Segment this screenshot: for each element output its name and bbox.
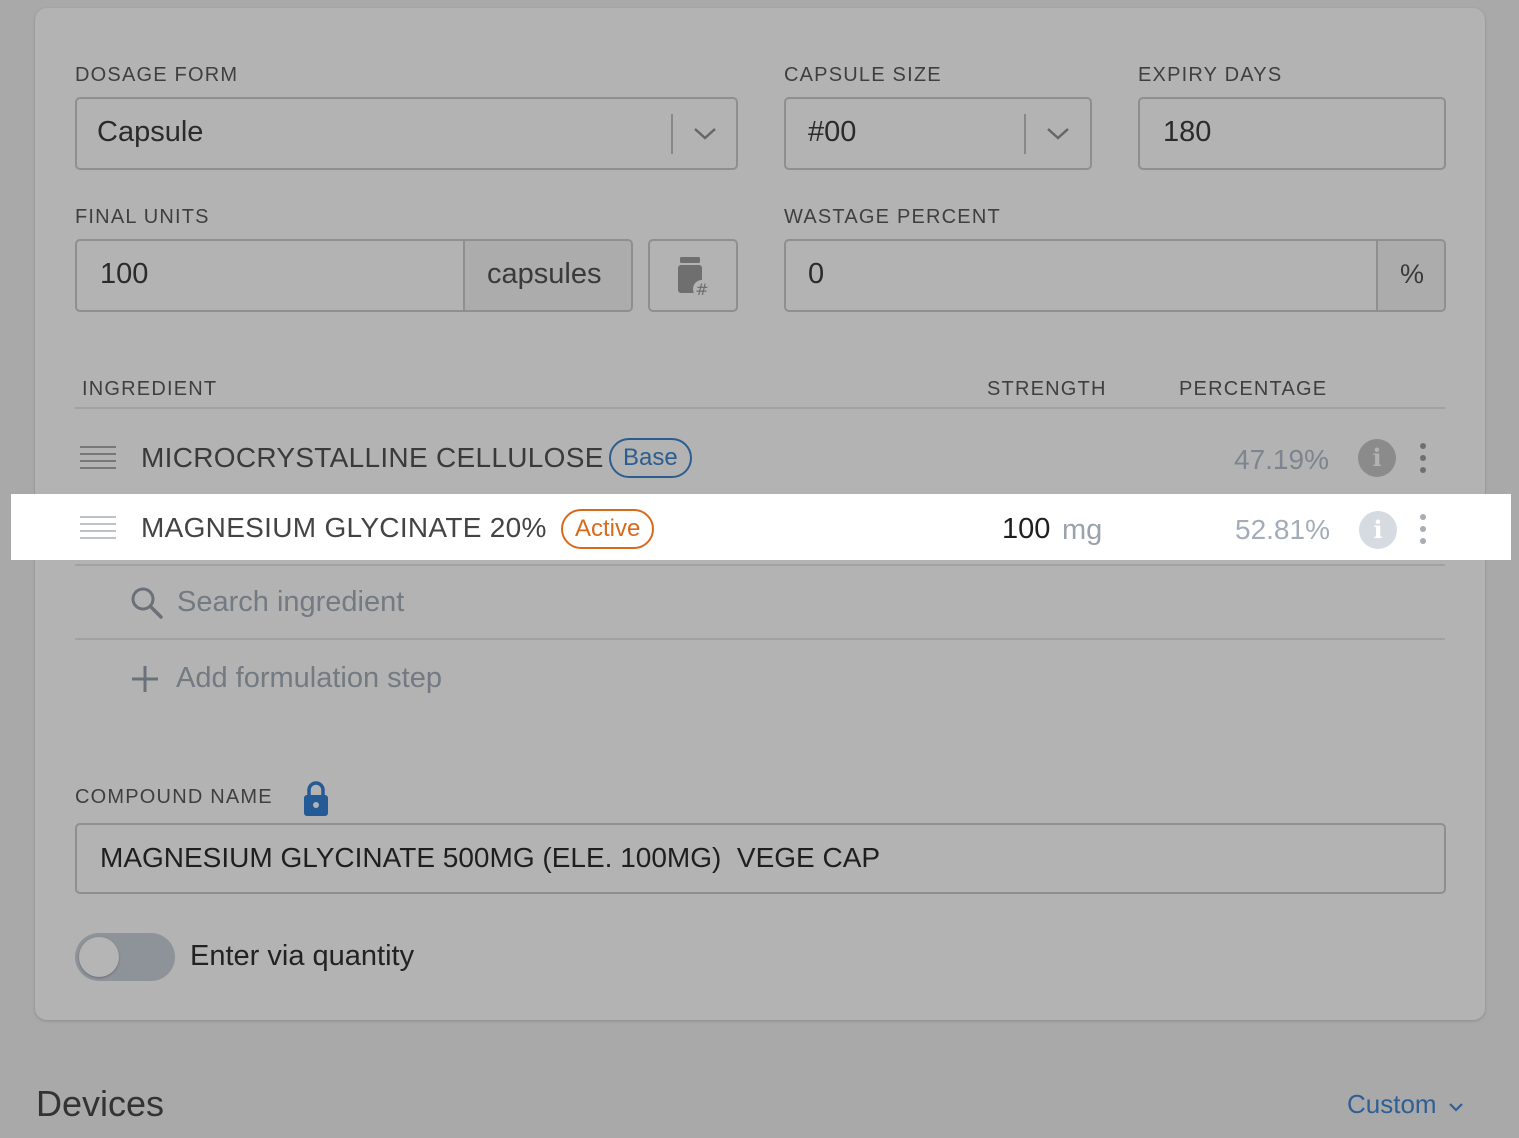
expiry-days-label: EXPIRY DAYS bbox=[1138, 64, 1283, 86]
bottle-hash-icon: # bbox=[678, 257, 711, 299]
strength-value[interactable]: 100 bbox=[1002, 513, 1050, 546]
header-divider bbox=[75, 407, 1445, 409]
active-badge: Active bbox=[561, 509, 655, 549]
custom-dropdown[interactable]: Custom bbox=[1347, 1089, 1464, 1120]
wastage-percent-label: WASTAGE PERCENT bbox=[784, 206, 1001, 228]
chevron-down-icon[interactable] bbox=[692, 123, 718, 143]
expiry-days-input[interactable]: 180 bbox=[1138, 97, 1446, 170]
select-separator bbox=[1024, 114, 1026, 154]
devices-heading: Devices bbox=[36, 1083, 165, 1124]
select-separator bbox=[671, 114, 673, 154]
dosage-form-value: Capsule bbox=[97, 116, 204, 148]
ingredient-name: MAGNESIUM GLYCINATE 20% bbox=[141, 512, 547, 543]
ingredient-percentage: 47.19% bbox=[1234, 444, 1329, 475]
percentage-column-header: PERCENTAGE bbox=[1179, 378, 1328, 400]
final-units-addon: capsules bbox=[463, 241, 631, 310]
strength-unit: mg bbox=[1062, 514, 1103, 546]
capsule-size-select[interactable]: #00 bbox=[784, 97, 1092, 170]
ingredient-name: MICROCRYSTALLINE CELLULOSE bbox=[141, 442, 604, 473]
toggle-knob bbox=[79, 937, 119, 977]
add-formulation-step-button[interactable]: Add formulation step bbox=[176, 662, 442, 695]
kebab-icon[interactable] bbox=[1419, 514, 1427, 550]
drag-handle-icon[interactable] bbox=[80, 516, 116, 544]
drag-handle-icon[interactable] bbox=[80, 446, 116, 474]
custom-dropdown-label: Custom bbox=[1347, 1089, 1437, 1119]
chevron-down-icon[interactable] bbox=[1045, 123, 1071, 143]
unit-calculator-button[interactable]: # bbox=[648, 239, 738, 312]
search-ingredient-input[interactable]: Search ingredient bbox=[177, 586, 404, 619]
strength-column-header: STRENGTH bbox=[987, 378, 1107, 400]
dosage-form-label: DOSAGE FORM bbox=[75, 64, 239, 86]
wastage-percent-value: 0 bbox=[808, 258, 825, 290]
compound-name-input[interactable]: MAGNESIUM GLYCINATE 500MG (ELE. 100MG) V… bbox=[75, 823, 1446, 894]
highlighted-ingredient-row[interactable]: MAGNESIUM GLYCINATE 20% Active 100 mg 52… bbox=[11, 494, 1511, 560]
wastage-unit: % bbox=[1400, 259, 1425, 289]
svg-text:#: # bbox=[695, 280, 708, 299]
kebab-icon[interactable] bbox=[1419, 443, 1427, 479]
info-icon[interactable]: i bbox=[1359, 511, 1397, 549]
final-units-unit: capsules bbox=[487, 258, 602, 290]
ingredient-column-header: INGREDIENT bbox=[82, 378, 218, 400]
final-units-value: 100 bbox=[100, 258, 149, 290]
dosage-form-select[interactable]: Capsule bbox=[75, 97, 738, 170]
base-badge: Base bbox=[609, 438, 692, 478]
capsule-size-value: #00 bbox=[808, 116, 857, 148]
compound-name-value: MAGNESIUM GLYCINATE 500MG (ELE. 100MG) V… bbox=[100, 842, 881, 873]
info-icon[interactable]: i bbox=[1358, 439, 1396, 477]
ingredient-percentage: 52.81% bbox=[1235, 514, 1330, 545]
capsule-size-label: CAPSULE SIZE bbox=[784, 64, 942, 86]
final-units-input[interactable]: 100 capsules bbox=[75, 239, 633, 312]
chevron-down-icon bbox=[1449, 1103, 1463, 1112]
final-units-label: FINAL UNITS bbox=[75, 206, 210, 228]
wastage-addon: % bbox=[1376, 241, 1444, 310]
expiry-days-value: 180 bbox=[1163, 116, 1212, 148]
enter-via-quantity-toggle[interactable] bbox=[75, 933, 175, 981]
wastage-percent-input[interactable]: 0 % bbox=[784, 239, 1446, 312]
